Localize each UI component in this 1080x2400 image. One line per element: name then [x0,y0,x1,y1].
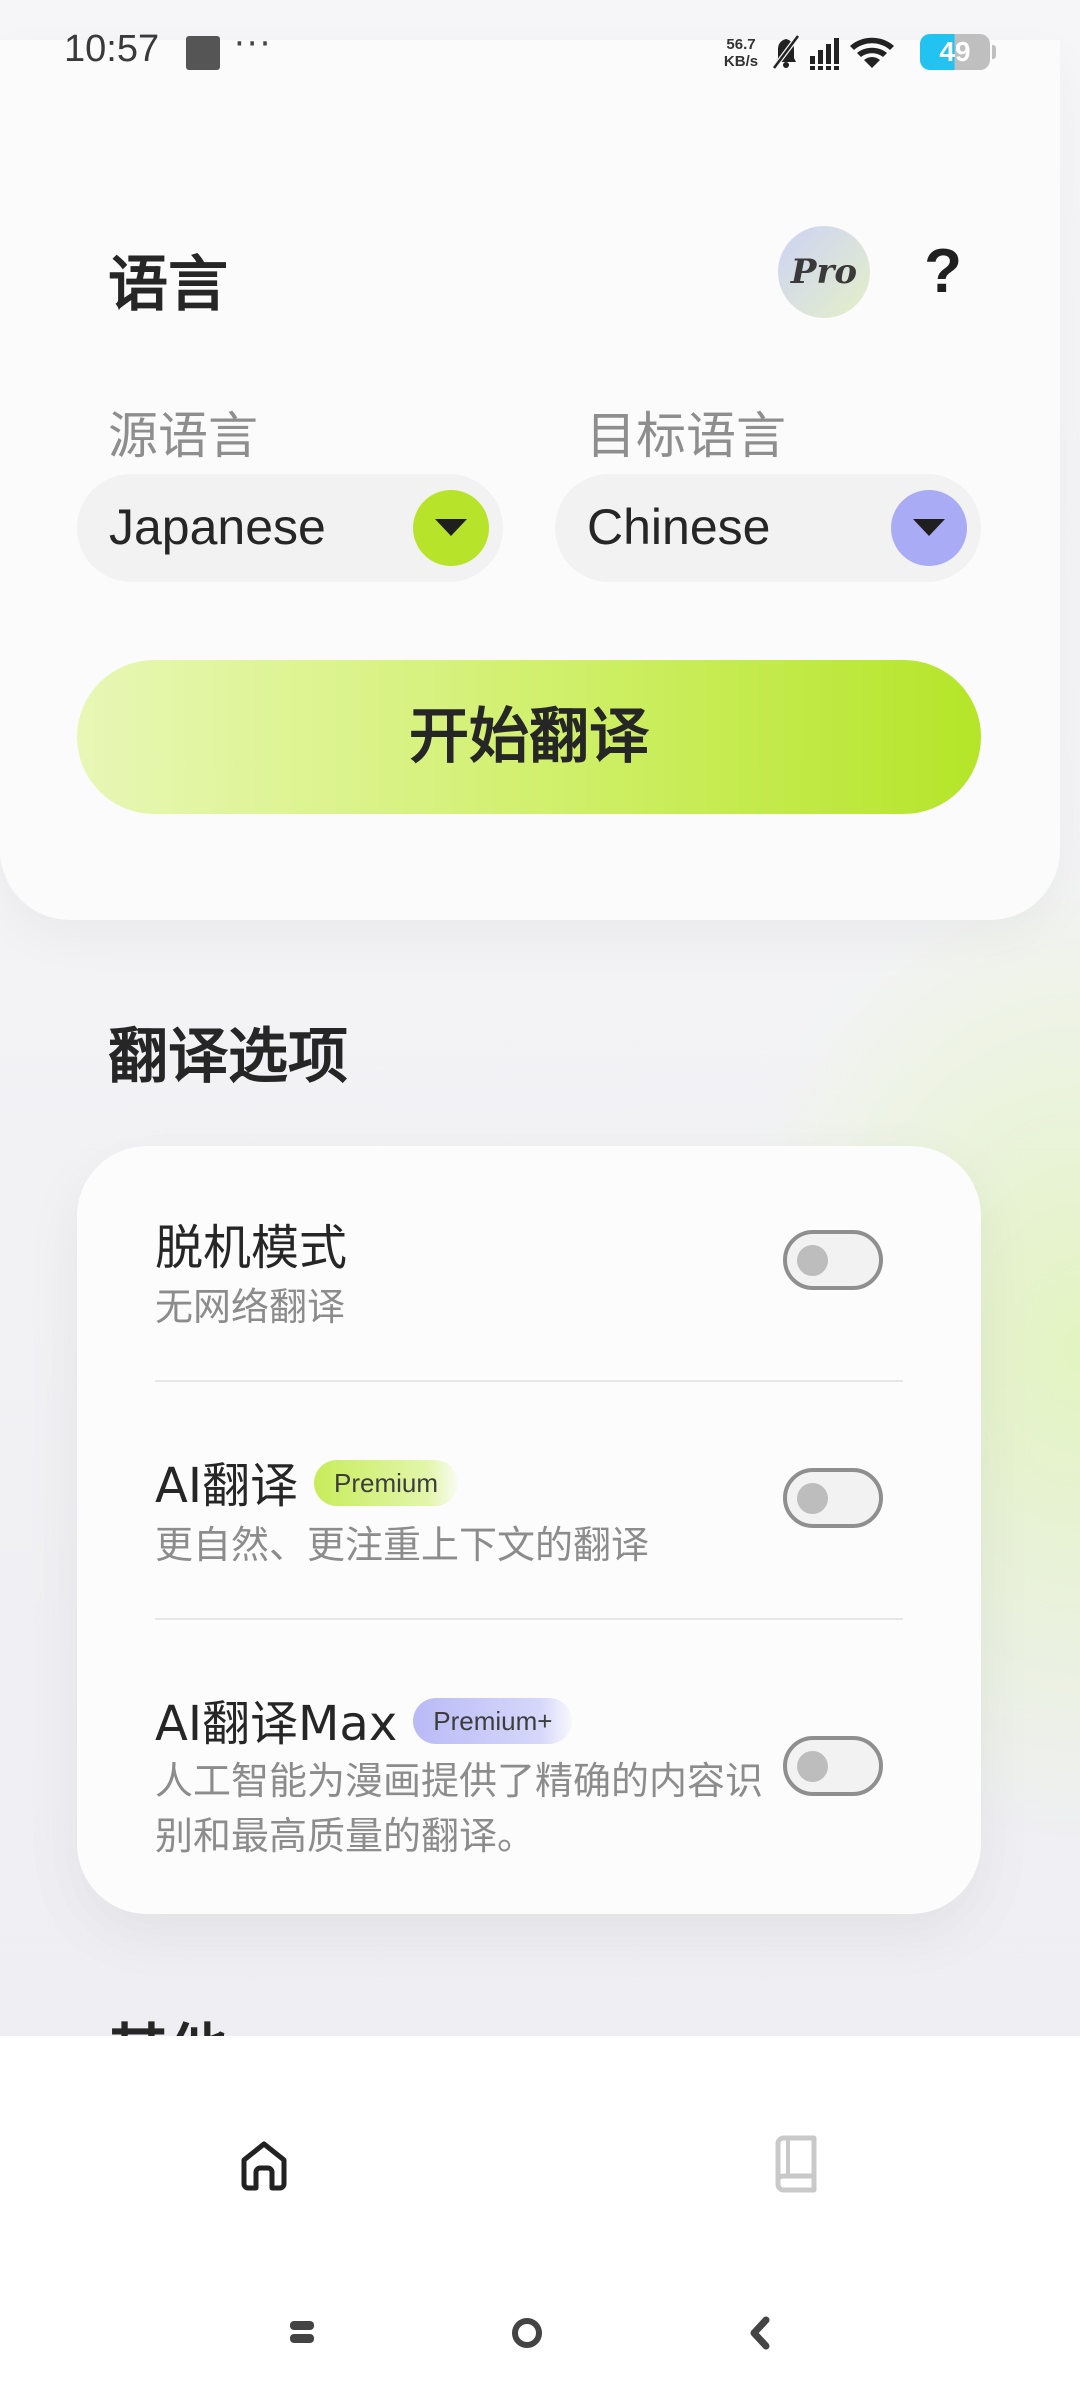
option-title: AI翻译 Premium [155,1446,459,1516]
network-speed-value: 56.7 [726,36,756,53]
option-title-text: 脱机模式 [155,1220,348,1276]
recent-apps-icon[interactable] [288,2318,316,2346]
chevron-down-icon[interactable] [413,490,489,566]
start-translation-button[interactable]: 开始翻译 [77,660,981,814]
bottom-navigation [0,2036,1080,2400]
option-title-text: AI翻译Max [155,1696,398,1752]
book-icon[interactable] [768,2134,824,2194]
bell-off-icon [772,34,800,70]
back-icon[interactable] [748,2316,772,2350]
system-home-icon[interactable] [510,2316,544,2350]
source-language-value: Japanese [109,499,326,555]
wifi-icon [850,37,894,68]
target-language-label: 目标语言 [586,407,786,465]
home-icon[interactable] [236,2136,292,2192]
help-icon[interactable]: ? [918,232,968,312]
notification-square-icon [186,36,220,70]
premium-plus-badge: Premium+ [413,1698,573,1744]
divider [155,1618,903,1620]
ai-translation-max-toggle[interactable] [783,1736,883,1796]
source-language-select[interactable]: Japanese [77,474,503,582]
network-speed-unit: KB/s [723,53,759,70]
status-bar: 10:57 ··· 56.7 KB/s 49 [0,0,1080,100]
more-notifications-icon: ··· [234,24,273,64]
premium-badge: Premium [314,1460,459,1506]
network-speed: 56.7 KB/s [718,36,764,70]
chevron-down-icon[interactable] [891,490,967,566]
option-subtitle: 人工智能为漫画提供了精确的内容识别和最高质量的翻译。 [155,1759,764,1858]
option-title-text: AI翻译 [155,1458,298,1514]
ai-translation-toggle[interactable] [783,1468,883,1528]
status-icons [772,34,894,70]
option-subtitle: 无网络翻译 [155,1285,346,1329]
source-language-label: 源语言 [108,407,258,465]
pro-button[interactable]: Pro [778,226,870,318]
option-subtitle: 更自然、更注重上下文的翻译 [155,1523,650,1567]
language-section-title: 语言 [108,250,228,320]
offline-mode-toggle[interactable] [783,1230,883,1290]
battery-tip [992,45,996,59]
status-time: 10:57 [64,28,160,70]
signal-icon [810,38,839,70]
option-title: AI翻译Max Premium+ [155,1684,573,1754]
target-language-value: Chinese [587,499,771,555]
divider [155,1380,903,1382]
options-card: 脱机模式 无网络翻译 AI翻译 Premium 更自然、更注重上下文的翻译 AI翻… [77,1146,981,1914]
option-title: 脱机模式 [155,1208,347,1278]
target-language-select[interactable]: Chinese [555,474,981,582]
battery-icon: 49 [920,34,990,70]
translation-options-title: 翻译选项 [108,1022,348,1092]
